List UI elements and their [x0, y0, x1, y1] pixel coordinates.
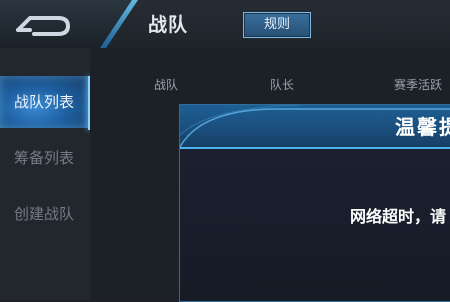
dialog-header: 温馨提	[180, 105, 450, 149]
sidebar: 战队列表 筹备列表 创建战队	[0, 48, 90, 300]
sidebar-item-create-team[interactable]: 创建战队	[0, 188, 88, 240]
rules-button[interactable]: 规则	[243, 12, 311, 38]
back-button[interactable]	[10, 6, 80, 42]
back-arrow-icon	[16, 16, 70, 36]
column-header-captain: 队长	[270, 78, 295, 92]
sidebar-item-team-list[interactable]: 战队列表	[0, 76, 88, 128]
page-title: 战队	[148, 14, 189, 36]
dialog-title: 温馨提	[395, 115, 450, 139]
column-header-team: 战队	[154, 78, 179, 92]
column-header-season-activity: 赛季活跃	[394, 78, 443, 92]
top-bar: 战队 规则	[0, 0, 450, 48]
dialog-message: 网络超时，请	[350, 207, 447, 226]
sidebar-item-prep-list[interactable]: 筹备列表	[0, 132, 88, 184]
notice-dialog: 温馨提 网络超时，请	[179, 104, 450, 302]
